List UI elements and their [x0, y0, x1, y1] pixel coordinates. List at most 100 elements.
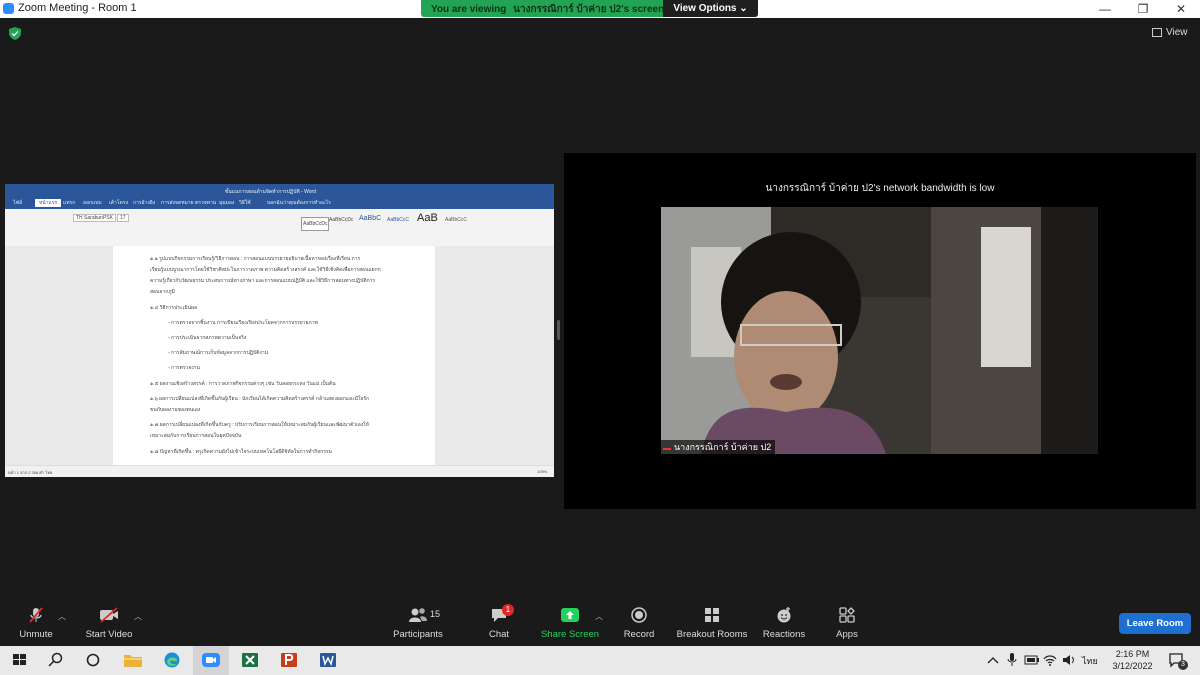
word-tab[interactable]: แทรก: [63, 199, 75, 207]
battery-icon[interactable]: [1024, 654, 1040, 666]
word-ribbon: TH SarabunPSK 17 AaBbCcDc AaBbCcDc AaBbC…: [5, 209, 554, 247]
start-video-button[interactable]: Start Video: [80, 606, 138, 640]
windows-start-icon[interactable]: [10, 651, 30, 669]
word-tab[interactable]: วิธีใช้: [239, 199, 251, 207]
breakout-rooms-grid-icon: [705, 608, 719, 622]
doc-line: ๑.๖ ผลการเปลี่ยนแปลงที่เกิดขึ้นกับผู้เรี…: [150, 396, 370, 402]
maximize-button[interactable]: ❐: [1124, 0, 1162, 18]
close-button[interactable]: ✕: [1162, 0, 1200, 18]
share-screen-arrow-icon: [561, 608, 579, 622]
style-no-spacing[interactable]: AaBbCcDc: [329, 217, 353, 223]
powerpoint-icon[interactable]: [279, 651, 299, 669]
word-tell-me[interactable]: บอกฉันว่าคุณต้องการทำอะไร: [267, 199, 331, 207]
video-options-chevron-icon[interactable]: ︿: [134, 611, 142, 622]
doc-line: - การสัมภาษณ์การเก็บข้อมูลจากการปฏิบัติง…: [168, 350, 269, 356]
participant-name: นางกรรณิการ์ บ้าค่าย ป2: [674, 442, 772, 452]
wifi-icon[interactable]: [1043, 653, 1057, 667]
word-icon[interactable]: [318, 651, 338, 669]
chat-label: Chat: [488, 629, 510, 640]
word-tab[interactable]: ออกแบบ: [83, 199, 102, 207]
show-hidden-icons-chevron-icon[interactable]: [986, 654, 1000, 666]
participants-label: Participants: [393, 629, 443, 640]
view-label: View: [1166, 27, 1188, 38]
shared-screen-document[interactable]: ขั้นแนการสอนด้านจิตทำการปฏิบัติ - Word ไ…: [5, 184, 554, 477]
doc-line: ความรู้เกี่ยวกับวัฒนธรรม ประสบการณ์ทางภา…: [150, 278, 376, 284]
microphone-muted-icon: [29, 607, 43, 623]
clock-date: 3/12/2022: [1112, 661, 1153, 671]
split-view-divider[interactable]: [557, 320, 560, 340]
document-page[interactable]: ๑.๑ รูปแบบกิจกรรมการเรียนรู้/วิธีการสอน …: [113, 246, 435, 465]
video-frame-image: [661, 207, 1098, 454]
audio-options-chevron-icon[interactable]: ︿: [58, 611, 66, 622]
breakout-rooms-label: Breakout Rooms: [676, 629, 748, 640]
chat-button[interactable]: 1 Chat: [480, 604, 518, 640]
record-button[interactable]: Record: [620, 606, 658, 640]
word-tab[interactable]: เค้าโครง: [109, 199, 128, 207]
word-tab-active[interactable]: หน้าแรก: [35, 199, 62, 207]
system-clock[interactable]: 2:16 PM 3/12/2022: [1105, 648, 1160, 672]
encryption-shield-icon[interactable]: [9, 27, 21, 40]
participants-count: 15: [430, 609, 441, 619]
record-label: Record: [623, 629, 655, 640]
doc-line: ขนกับผลงานของตนเอง: [150, 407, 201, 413]
style-normal[interactable]: AaBbCcDc: [301, 217, 330, 231]
font-size-box[interactable]: 17: [117, 214, 129, 222]
reactions-label: Reactions: [762, 629, 806, 640]
style-heading1[interactable]: AaBbC: [359, 215, 381, 222]
bandwidth-notice: นางกรรณิการ์ บ้าค่าย ป2's network bandwi…: [765, 183, 995, 194]
style-heading2[interactable]: AaBbCcC: [387, 217, 409, 223]
doc-line: ๑.๗ ผลการเปลี่ยนแปลงที่เกิดขึ้นกับครู : …: [150, 422, 369, 428]
doc-line: ๑.๑ รูปแบบกิจกรรมการเรียนรู้/วิธีการสอน …: [150, 256, 361, 262]
unmute-label: Unmute: [19, 629, 53, 640]
clock-time: 2:16 PM: [1115, 649, 1150, 659]
signal-bars-icon: [663, 440, 671, 450]
video-camera-off-icon: [100, 607, 118, 623]
grid-icon: [1152, 27, 1162, 37]
word-tab-bar: ไฟล์ หน้าแรก แทรก ออกแบบ เค้าโครง การอ้า…: [5, 197, 554, 209]
leave-room-button[interactable]: Leave Room: [1119, 613, 1191, 634]
minimize-button[interactable]: —: [1086, 0, 1124, 18]
font-name-box[interactable]: TH SarabunPSK: [73, 214, 116, 222]
reactions-button[interactable]: Reactions: [760, 606, 808, 640]
word-tab[interactable]: ตรวจทาน: [195, 199, 216, 207]
unmute-button[interactable]: Unmute: [15, 606, 57, 640]
word-tab[interactable]: การส่งจดหมาย: [161, 199, 194, 207]
participant-name-tag: นางกรรณิการ์ บ้าค่าย ป2: [661, 440, 776, 454]
share-options-chevron-icon[interactable]: ︿: [595, 611, 603, 622]
word-tab[interactable]: ไฟล์: [13, 199, 22, 207]
participants-button[interactable]: 15 Participants: [390, 606, 446, 640]
view-layout-button[interactable]: View: [1152, 24, 1194, 41]
doc-line: เรียนรู้แบบบูรณาการโดยใช้วิชาศิลปะในการว…: [150, 267, 381, 273]
apps-button[interactable]: Apps: [830, 606, 864, 640]
edge-browser-icon[interactable]: [162, 651, 182, 669]
reactions-smiley-icon: [777, 607, 791, 623]
windows-taskbar: ไทย 3: [0, 646, 1200, 675]
style-subtitle[interactable]: AaBbCcC: [445, 217, 467, 223]
search-icon[interactable]: [46, 651, 66, 669]
task-view-icon[interactable]: [83, 651, 103, 669]
doc-line: เหมาะสมกับการเรียนการสอนในยุคปัจจุบัน: [150, 433, 242, 439]
style-title[interactable]: AaB: [417, 212, 438, 224]
doc-line: ๑.๘ ปัญหาที่เกิดขึ้น : ครูเกิดความยังไม่…: [150, 449, 332, 455]
word-tab[interactable]: การอ้างอิง: [133, 199, 155, 207]
banner-prefix: You are viewing: [431, 4, 507, 15]
share-screen-label: Share Screen: [540, 629, 600, 640]
start-video-label: Start Video: [85, 629, 133, 640]
file-explorer-icon[interactable]: [123, 651, 143, 669]
view-options-dropdown[interactable]: View Options ⌄: [663, 0, 758, 17]
microphone-tray-icon[interactable]: [1006, 652, 1018, 668]
doc-line: ๑.๔ วิธีการประเมินผล: [150, 305, 198, 311]
input-language[interactable]: ไทย: [1082, 654, 1098, 668]
word-tab[interactable]: มุมมอง: [219, 199, 234, 207]
record-icon: [631, 607, 647, 623]
excel-icon[interactable]: [240, 651, 260, 669]
zoom-app-icon[interactable]: [201, 651, 221, 669]
doc-line: สอนจากภูมิ: [150, 289, 175, 295]
doc-line: ๑.๕ ผลงานเชิงสร้างสรรค์ : การวาดภาพกิจกร…: [150, 381, 336, 387]
word-status-bar: หน้า 1 จาก 2 358 คำ ไทย 105%: [5, 465, 554, 477]
word-title: ขั้นแนการสอนด้านจิตทำการปฏิบัติ - Word: [225, 189, 316, 195]
zoom-percent: 105%: [537, 469, 548, 474]
breakout-rooms-button[interactable]: Breakout Rooms: [674, 606, 750, 640]
share-screen-button[interactable]: Share Screen: [538, 606, 602, 640]
volume-icon[interactable]: [1062, 653, 1076, 667]
